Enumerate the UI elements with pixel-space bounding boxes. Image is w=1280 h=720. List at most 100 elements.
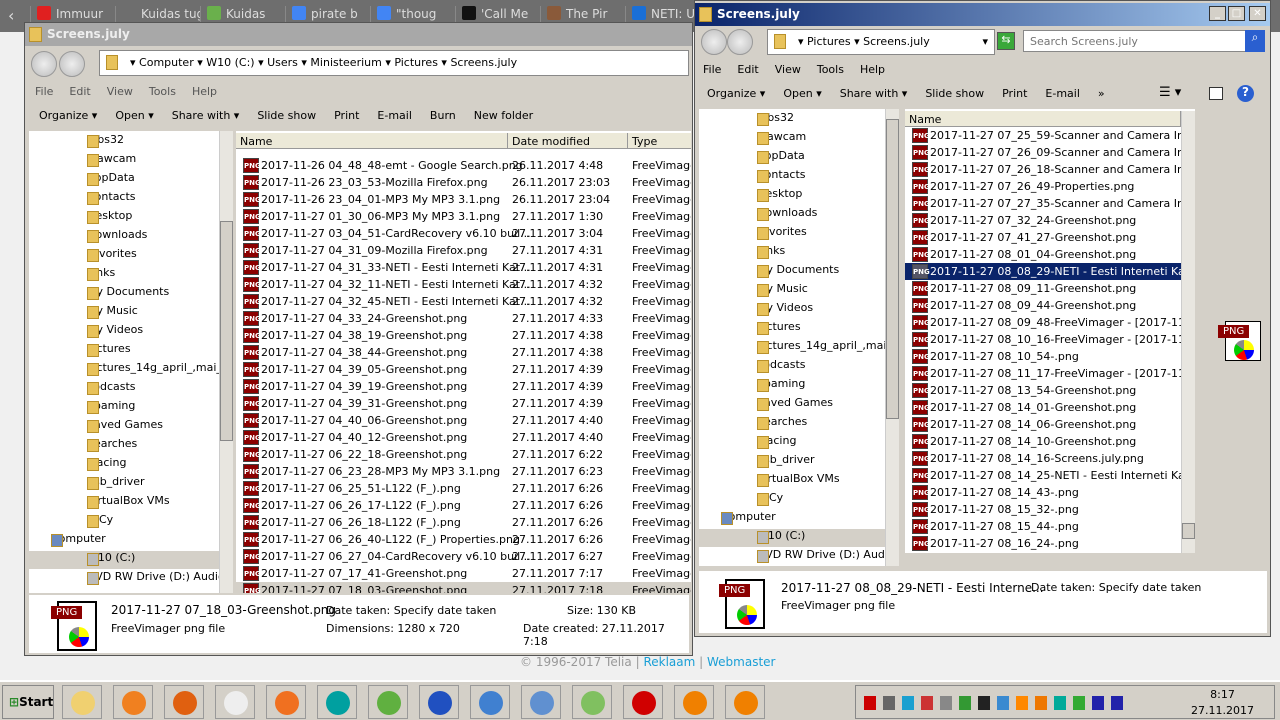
file-row[interactable]: PNG 2017-11-27 07_25_59-Scanner and Camer… [905,127,1195,144]
file-row[interactable]: PNG 2017-11-27 07_26_09-Scanner and Camer… [905,144,1195,161]
breadcrumb-computer[interactable]: Computer [139,56,194,69]
nav-item-saved-games[interactable]: Saved Games [699,396,885,414]
column-header-type[interactable]: Type [628,133,691,149]
nav-item-my-videos[interactable]: My Videos [29,323,219,341]
taskbar-vlc-button[interactable] [725,685,765,719]
breadcrumb-pictures[interactable]: Pictures [807,35,851,48]
menu-view[interactable]: View [107,85,133,98]
file-row[interactable]: PNG 2017-11-27 04_33_24-Greenshot.png 27.1… [236,310,691,327]
nav-item-searches[interactable]: Searches [29,437,219,455]
reklaam-link[interactable]: Reklaam [643,655,695,669]
tray-icon[interactable] [1016,696,1028,710]
nav-item-roaming[interactable]: Roaming [29,399,219,417]
toolbar-e-mail-button[interactable]: E-mail [1045,87,1080,100]
nav-item-pictures[interactable]: Pictures [29,342,219,360]
clock[interactable]: 8:17 27.11.2017 [1191,688,1254,717]
menu-edit[interactable]: Edit [69,85,90,98]
search-input[interactable] [1023,30,1253,52]
nav-item-podcasts[interactable]: Podcasts [29,380,219,398]
left-title-bar[interactable]: Screens.july [25,23,692,46]
nav-scrollbar[interactable] [885,109,899,566]
file-row[interactable]: PNG 2017-11-27 04_39_05-Greenshot.png 27.1… [236,361,691,378]
breadcrumb-arrow-icon[interactable]: ▾ [194,56,207,69]
file-row[interactable]: PNG 2017-11-27 07_17_41-Greenshot.png 27.1… [236,565,691,582]
file-row[interactable]: PNG 2017-11-27 08_14_43-.png [905,484,1181,501]
file-row[interactable]: PNG 2017-11-27 01_30_06-MP3 My MP3 3.1.pn… [236,208,691,225]
file-row[interactable]: PNG 2017-11-27 08_15_32-.png [905,501,1181,518]
tray-icon[interactable] [1073,696,1085,710]
taskbar-recorder-button[interactable] [623,685,663,719]
file-row[interactable]: PNG 2017-11-27 06_23_28-MP3 My MP3 3.1.pn… [236,463,691,480]
column-header-name[interactable]: Name [236,133,508,149]
file-row[interactable]: PNG 2017-11-27 08_14_25-NETI - Eesti Inte… [905,467,1195,484]
breadcrumb-arrow-icon[interactable]: ▾ [130,56,139,69]
refresh-button[interactable]: ⇆ [997,32,1015,50]
nav-item-dvd-rw-drive-d-audio-c[interactable]: DVD RW Drive (D:) Audio C [699,548,885,566]
address-bar[interactable]: ▾ Pictures ▾ Screens.july ▾ [767,29,995,55]
file-row[interactable]: PNG 2017-11-27 08_11_17-FreeVimager - [20… [905,365,1195,382]
browser-back-arrow-icon[interactable]: ‹ [8,6,14,25]
views-icon[interactable]: ☰ ▾ [1159,85,1181,100]
file-row[interactable]: PNG 2017-11-27 08_15_44-.png [905,518,1181,535]
toolbar-slide-show-button[interactable]: Slide show [925,87,984,100]
taskbar-magnifier-button[interactable] [674,685,714,719]
file-row[interactable]: PNG 2017-11-27 08_14_16-Screens.july.png [905,450,1181,467]
file-row[interactable]: PNG 2017-11-26 23_04_01-MP3 My MP3 3.1.pn… [236,191,691,208]
scroll-thumb[interactable] [220,221,233,441]
toolbar-print-button[interactable]: Print [334,109,359,122]
nav-item-virtualbox-vms[interactable]: VirtualBox VMs [29,494,219,512]
menu-file[interactable]: File [35,85,53,98]
tray-icon[interactable] [1035,696,1047,710]
nav-item-tracing[interactable]: Tracing [699,434,885,452]
file-row[interactable]: PNG 2017-11-27 04_38_19-Greenshot.png 27.1… [236,327,691,344]
nav-item-links[interactable]: Links [29,266,219,284]
nav-item-pictures[interactable]: Pictures [699,320,885,338]
back-button[interactable] [701,29,727,55]
taskbar-firefox-2-button[interactable] [266,685,306,719]
nav-item-downloads[interactable]: Downloads [699,206,885,224]
tray-icon[interactable] [1092,696,1104,710]
nav-item-usb-driver[interactable]: usb_driver [699,453,885,471]
nav-item-saved-games[interactable]: Saved Games [29,418,219,436]
detail-date-taken[interactable]: Date taken: Specify date taken [1031,581,1201,594]
nav-item-searches[interactable]: Searches [699,415,885,433]
file-row[interactable]: PNG 2017-11-27 07_32_24-Greenshot.png [905,212,1181,229]
nav-item-pictures-14g-april-mai-20[interactable]: Pictures_14g_april_,mai_20 [699,339,885,357]
nav-item-pictures-14g-april-mai-20[interactable]: Pictures_14g_april_,mai_20 [29,361,219,379]
file-row[interactable]: PNG 2017-11-27 08_13_54-Greenshot.png [905,382,1181,399]
file-row[interactable]: PNG 2017-11-27 06_26_17-L122 (F_).png 27.1… [236,497,691,514]
file-row[interactable]: PNG 2017-11-27 08_14_01-Greenshot.png [905,399,1181,416]
breadcrumb-arrow-icon[interactable]: ▾ [438,56,451,69]
nav-item-contacts[interactable]: Contacts [29,190,219,208]
breadcrumb-ministeerium[interactable]: Ministeerium [310,56,381,69]
back-button[interactable] [31,51,57,77]
nav-item-dvd-rw-drive-d-audio-c[interactable]: DVD RW Drive (D:) Audio C [29,570,219,588]
nav-item-yacy[interactable]: YaCy [699,491,885,509]
nav-item-computer[interactable]: Computer [29,532,219,550]
breadcrumb-arrow-icon[interactable]: ▾ [298,56,311,69]
file-row[interactable]: PNG 2017-11-27 04_32_11-NETI - Eesti Inte… [236,276,691,293]
toolbar-print-button[interactable]: Print [1002,87,1027,100]
file-row[interactable]: PNG 2017-11-26 23_03_53-Mozilla Firefox.p… [236,174,691,191]
menu-help[interactable]: Help [860,63,885,76]
nav-item-podcasts[interactable]: Podcasts [699,358,885,376]
file-row[interactable]: PNG 2017-11-27 07_27_35-Scanner and Camer… [905,195,1195,212]
tray-icon[interactable] [1054,696,1066,710]
breadcrumb-screens-july[interactable]: Screens.july [450,56,517,69]
taskbar-installer-button[interactable] [368,685,408,719]
right-title-bar[interactable]: Screens.july _ □ ✕ [695,3,1270,26]
taskbar-media-player-button[interactable] [113,685,153,719]
tray-icon[interactable] [902,696,914,710]
nav-item-my-videos[interactable]: My Videos [699,301,885,319]
toolbar--button[interactable]: » [1098,87,1105,100]
toolbar-share-with-button[interactable]: Share with ▾ [172,109,240,122]
nav-item-downloads[interactable]: Downloads [29,228,219,246]
nav-item-desktop[interactable]: Desktop [29,209,219,227]
toolbar-open-button[interactable]: Open ▾ [115,109,153,122]
taskbar-firefox-button[interactable] [164,685,204,719]
toolbar-organize-button[interactable]: Organize ▾ [707,87,765,100]
file-row[interactable]: PNG 2017-11-27 03_04_51-CardRecovery v6.1… [236,225,691,242]
tray-icon[interactable] [978,696,990,710]
taskbar-opera-button[interactable] [215,685,255,719]
taskbar-notepad-editor-button[interactable] [572,685,612,719]
